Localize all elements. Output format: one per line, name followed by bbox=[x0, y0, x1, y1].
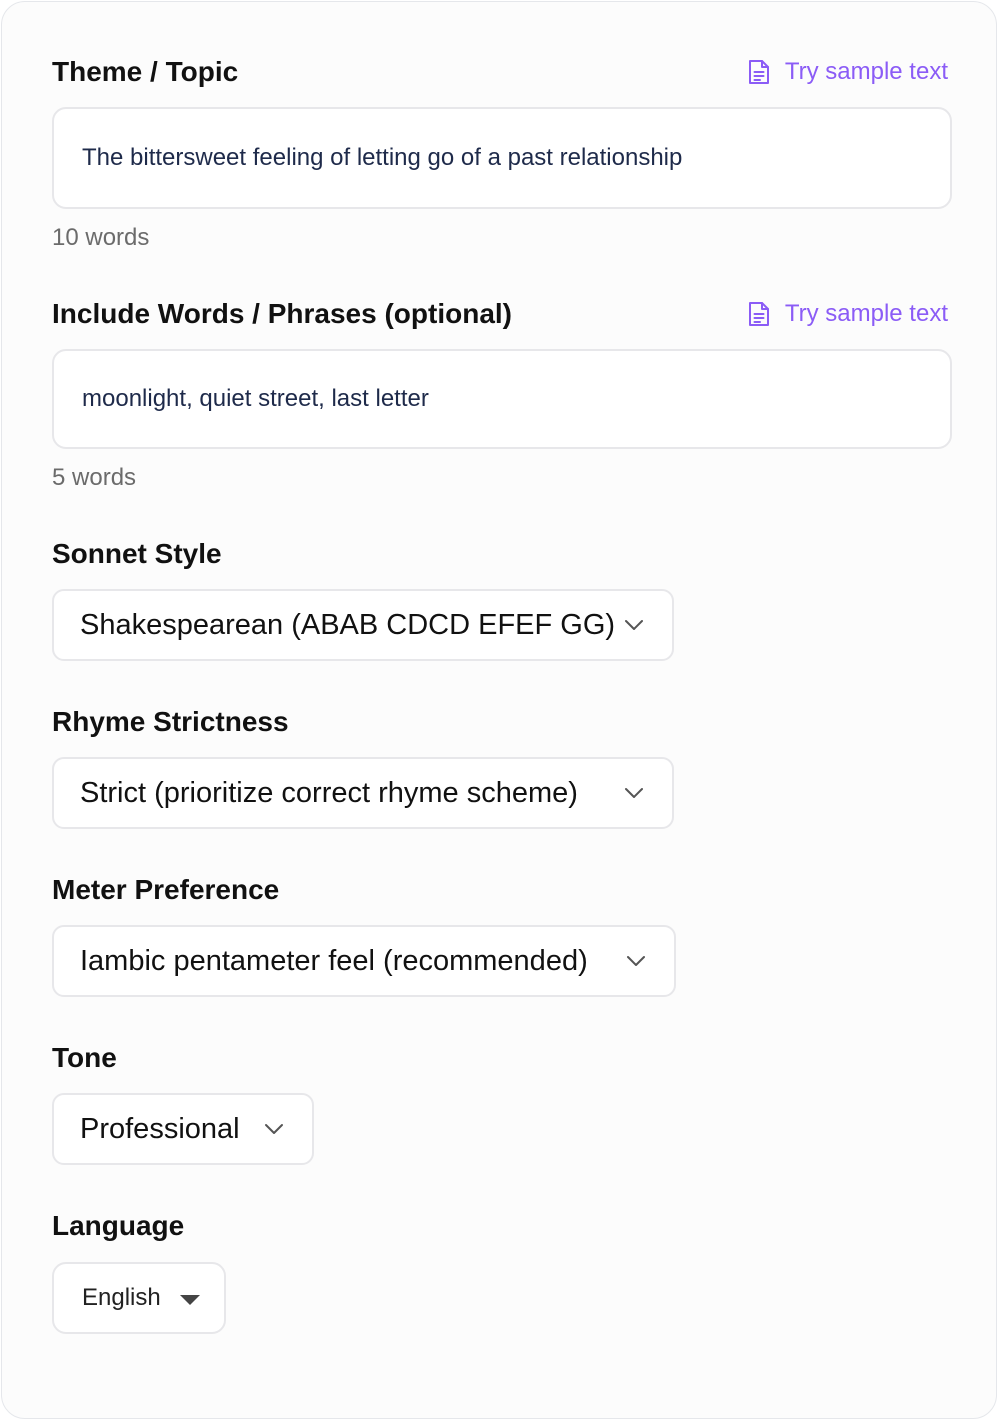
sonnet-style-selected-value: Shakespearean (ABAB CDCD EFEF GG) bbox=[80, 608, 616, 641]
document-icon bbox=[747, 300, 771, 328]
language-selected-value: English bbox=[82, 1284, 161, 1311]
theme-label: Theme / Topic bbox=[52, 56, 239, 87]
chevron-down-icon bbox=[625, 788, 643, 798]
theme-input-value: The bittersweet feeling of letting go of… bbox=[82, 144, 683, 171]
chevron-down-icon bbox=[627, 956, 645, 966]
include-words-input[interactable]: moonlight, quiet street, last letter bbox=[52, 349, 952, 449]
tone-label: Tone bbox=[52, 1042, 117, 1073]
rhyme-strictness-select[interactable]: Strict (prioritize correct rhyme scheme) bbox=[52, 757, 674, 829]
chevron-down-icon bbox=[625, 620, 643, 630]
tone-select[interactable]: Professional bbox=[52, 1093, 314, 1165]
sonnet-style-select[interactable]: Shakespearean (ABAB CDCD EFEF GG) bbox=[52, 589, 674, 661]
meter-preference-selected-value: Iambic pentameter feel (recommended) bbox=[80, 944, 588, 977]
document-icon bbox=[747, 58, 771, 86]
meter-preference-label: Meter Preference bbox=[52, 874, 280, 905]
include-words-input-value: moonlight, quiet street, last letter bbox=[82, 385, 429, 412]
sonnet-style-label: Sonnet Style bbox=[52, 538, 222, 569]
language-label: Language bbox=[52, 1210, 185, 1241]
theme-try-sample-label: Try sample text bbox=[784, 58, 948, 85]
theme-input[interactable]: The bittersweet feeling of letting go of… bbox=[52, 107, 952, 209]
include-words-label: Include Words / Phrases (optional) bbox=[52, 298, 512, 329]
include-words-try-sample-label: Try sample text bbox=[784, 300, 948, 327]
rhyme-strictness-selected-value: Strict (prioritize correct rhyme scheme) bbox=[80, 776, 578, 809]
include-words-word-count: 5 words bbox=[52, 464, 137, 491]
rhyme-strictness-label: Rhyme Strictness bbox=[52, 706, 289, 737]
sonnet-form-card: Theme / Topic Try sample text The bitter… bbox=[1, 1, 997, 1419]
caret-down-icon bbox=[180, 1295, 200, 1305]
theme-word-count: 10 words bbox=[52, 224, 150, 251]
chevron-down-icon bbox=[265, 1124, 283, 1134]
tone-selected-value: Professional bbox=[80, 1112, 240, 1145]
theme-try-sample-button[interactable]: Try sample text bbox=[747, 57, 948, 87]
include-words-try-sample-button[interactable]: Try sample text bbox=[747, 299, 948, 329]
meter-preference-select[interactable]: Iambic pentameter feel (recommended) bbox=[52, 925, 676, 997]
language-select[interactable]: English bbox=[52, 1262, 226, 1334]
